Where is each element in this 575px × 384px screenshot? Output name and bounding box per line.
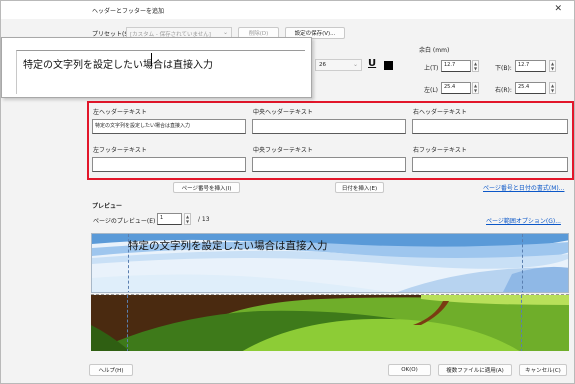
margin-right-label: 右(R):	[495, 87, 512, 94]
page-range-options-link[interactable]: ページ範囲オプション(G)...	[486, 216, 561, 225]
left-header-label: 左ヘッダーテキスト	[93, 109, 147, 116]
margin-guide-right	[521, 295, 522, 351]
preview-page-spinner[interactable]: ▲ ▼	[184, 213, 191, 225]
center-footer-label: 中央フッターテキスト	[253, 147, 313, 154]
left-header-field[interactable]: 特定の文字列を設定したい場合は直接入力	[92, 119, 246, 134]
insert-date-button[interactable]: 日付を挿入(E)	[335, 182, 384, 193]
preview-page-header: 特定の文字列を設定したい場合は直接入力	[91, 233, 569, 293]
preview-page-total: / 13	[198, 216, 210, 223]
preview-page-image	[91, 294, 569, 351]
left-footer-label: 左フッターテキスト	[93, 147, 147, 154]
right-footer-field[interactable]	[412, 157, 568, 172]
margin-left-field[interactable]: 25.4	[441, 82, 471, 94]
chevron-down-icon: ⌄	[222, 29, 228, 36]
underline-icon[interactable]: U	[368, 58, 376, 69]
center-header-field[interactable]	[252, 119, 406, 134]
help-button[interactable]: ヘルプ(H)	[89, 364, 133, 376]
chevron-down-icon: ⌄	[352, 61, 358, 68]
text-cursor	[151, 53, 152, 66]
header-footer-dialog: ヘッダーとフッターを追加 ✕ プリセット(S): [カスタム - 保存されていま…	[0, 0, 575, 384]
title-bar: ヘッダーとフッターを追加 ✕	[1, 1, 574, 19]
right-footer-label: 右フッターテキスト	[413, 147, 467, 154]
font-size-value: 26	[319, 62, 326, 68]
text-color-swatch[interactable]	[384, 61, 393, 70]
preview-landscape-graphic	[91, 295, 569, 351]
window-title: ヘッダーとフッターを追加	[92, 8, 165, 15]
margin-right-field[interactable]: 25.4	[515, 82, 546, 94]
font-size-select[interactable]: 26 ⌄	[315, 59, 362, 71]
margin-top-field[interactable]: 12.7	[441, 60, 471, 72]
zoomed-text-callout: 特定の文字列を設定したい場合は直接入力	[1, 37, 312, 98]
left-footer-field[interactable]	[92, 157, 246, 172]
margin-guide-left	[127, 295, 128, 351]
margin-right-spinner[interactable]: ▲ ▼	[549, 82, 556, 94]
margin-bottom-label: 下(B):	[495, 65, 512, 72]
margin-bottom-field[interactable]: 12.7	[515, 60, 546, 72]
margin-top-spinner[interactable]: ▲ ▼	[472, 60, 479, 72]
callout-text: 特定の文字列を設定したい場合は直接入力	[23, 60, 213, 71]
preview-page-label: ページのプレビュー(E)	[93, 218, 156, 225]
margin-guide-right	[522, 234, 523, 292]
callout-field-frame: 特定の文字列を設定したい場合は直接入力	[16, 50, 305, 94]
margin-top-label: 上(T)	[424, 65, 439, 72]
margin-bottom-spinner[interactable]: ▲ ▼	[549, 60, 556, 72]
right-header-field[interactable]	[412, 119, 568, 134]
margin-left-spinner[interactable]: ▲ ▼	[472, 82, 479, 94]
center-header-label: 中央ヘッダーテキスト	[253, 109, 313, 116]
preview-header-text: 特定の文字列を設定したい場合は直接入力	[128, 240, 328, 252]
margin-left-label: 左(L)	[424, 87, 439, 94]
apply-multiple-files-button[interactable]: 複数ファイルに適用(A)	[438, 364, 512, 376]
center-footer-field[interactable]	[252, 157, 406, 172]
margin-label: 余白 (mm)	[419, 47, 450, 54]
preview-section-label: プレビュー	[92, 203, 123, 210]
page-number-date-format-link[interactable]: ページ番号と日付の書式(M)...	[483, 183, 564, 192]
cancel-button[interactable]: キャンセル(C)	[519, 364, 567, 376]
close-icon[interactable]: ✕	[554, 4, 562, 14]
insert-page-number-button[interactable]: ページ番号を挿入(I)	[173, 182, 240, 193]
ok-button[interactable]: OK(O)	[388, 364, 431, 376]
right-header-label: 右ヘッダーテキスト	[413, 109, 467, 116]
preview-page-field[interactable]: 1	[157, 213, 182, 225]
